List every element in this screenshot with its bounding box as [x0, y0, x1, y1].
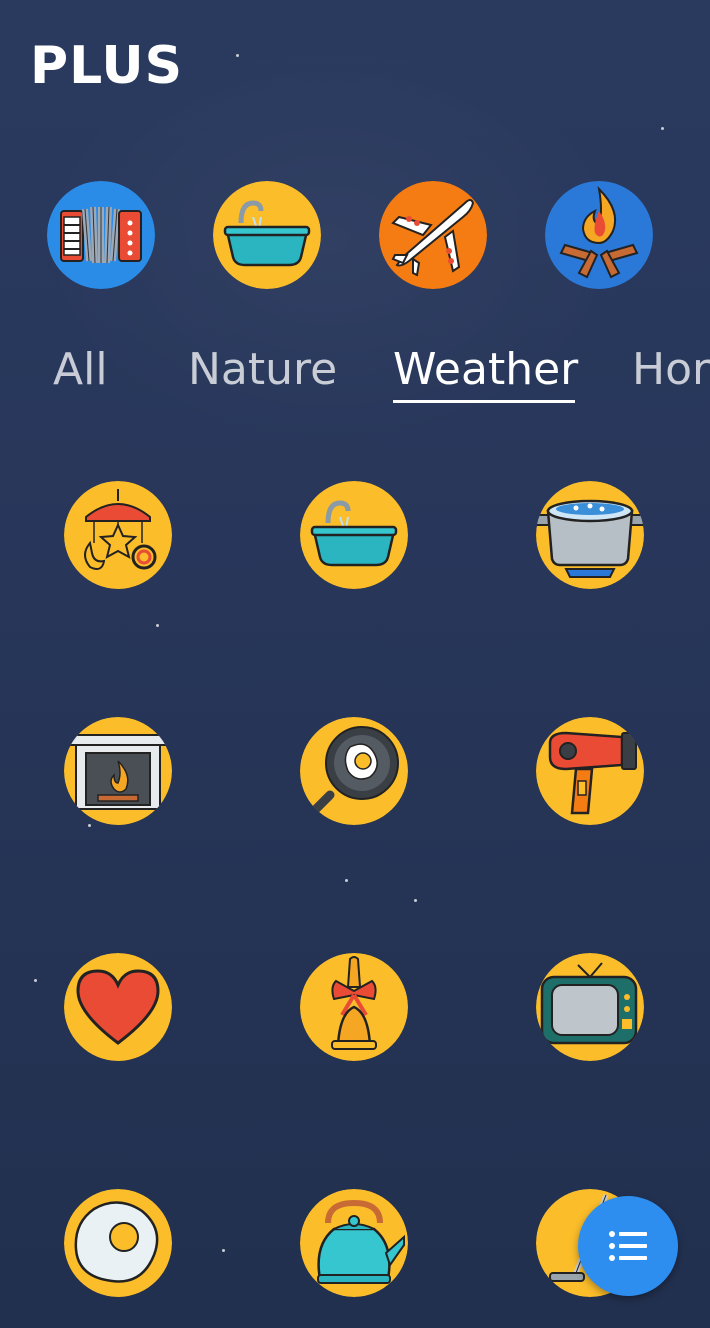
tab-weather[interactable]: Weather	[393, 344, 578, 395]
app-title: PLUS	[30, 36, 184, 96]
featured-accordion-button[interactable]	[47, 181, 155, 289]
bathtub-icon	[300, 481, 408, 589]
hair-dryer-icon	[536, 717, 644, 825]
frying-egg-pan-icon	[300, 717, 408, 825]
featured-airplane-button[interactable]	[379, 181, 487, 289]
category-tabs: All Nature Weather Hor	[0, 340, 710, 410]
featured-campfire-button[interactable]	[545, 181, 653, 289]
fireplace-icon	[64, 717, 172, 825]
tab-hor[interactable]: Hor	[632, 344, 710, 395]
playlist-fab-button[interactable]	[578, 1196, 678, 1296]
baby-mobile-icon	[64, 481, 172, 589]
airplane-icon	[379, 181, 487, 289]
sound-boiling-pot-button[interactable]	[536, 481, 644, 589]
sound-hair-dryer-button[interactable]	[536, 717, 644, 825]
bell-icon	[300, 953, 408, 1061]
sound-tv-button[interactable]	[536, 953, 644, 1061]
list-icon	[609, 1231, 647, 1261]
sound-bathtub-button[interactable]	[300, 481, 408, 589]
tab-all[interactable]: All	[53, 344, 108, 395]
tv-icon	[536, 953, 644, 1061]
sound-kettle-button[interactable]	[300, 1189, 408, 1297]
sound-baby-mobile-button[interactable]	[64, 481, 172, 589]
tab-nature[interactable]: Nature	[188, 344, 337, 395]
boiling-pot-icon	[536, 481, 644, 589]
sound-frying-egg-button[interactable]	[300, 717, 408, 825]
bathtub-icon	[213, 181, 321, 289]
kettle-icon	[300, 1189, 408, 1297]
heart-icon	[64, 953, 172, 1061]
accordion-icon	[47, 181, 155, 289]
sound-bell-button[interactable]	[300, 953, 408, 1061]
campfire-icon	[545, 181, 653, 289]
sound-fried-egg-button[interactable]	[64, 1189, 172, 1297]
active-tab-indicator	[393, 400, 575, 403]
featured-bathtub-button[interactable]	[213, 181, 321, 289]
fried-egg-icon	[64, 1189, 172, 1297]
sound-fireplace-button[interactable]	[64, 717, 172, 825]
sound-heart-button[interactable]	[64, 953, 172, 1061]
